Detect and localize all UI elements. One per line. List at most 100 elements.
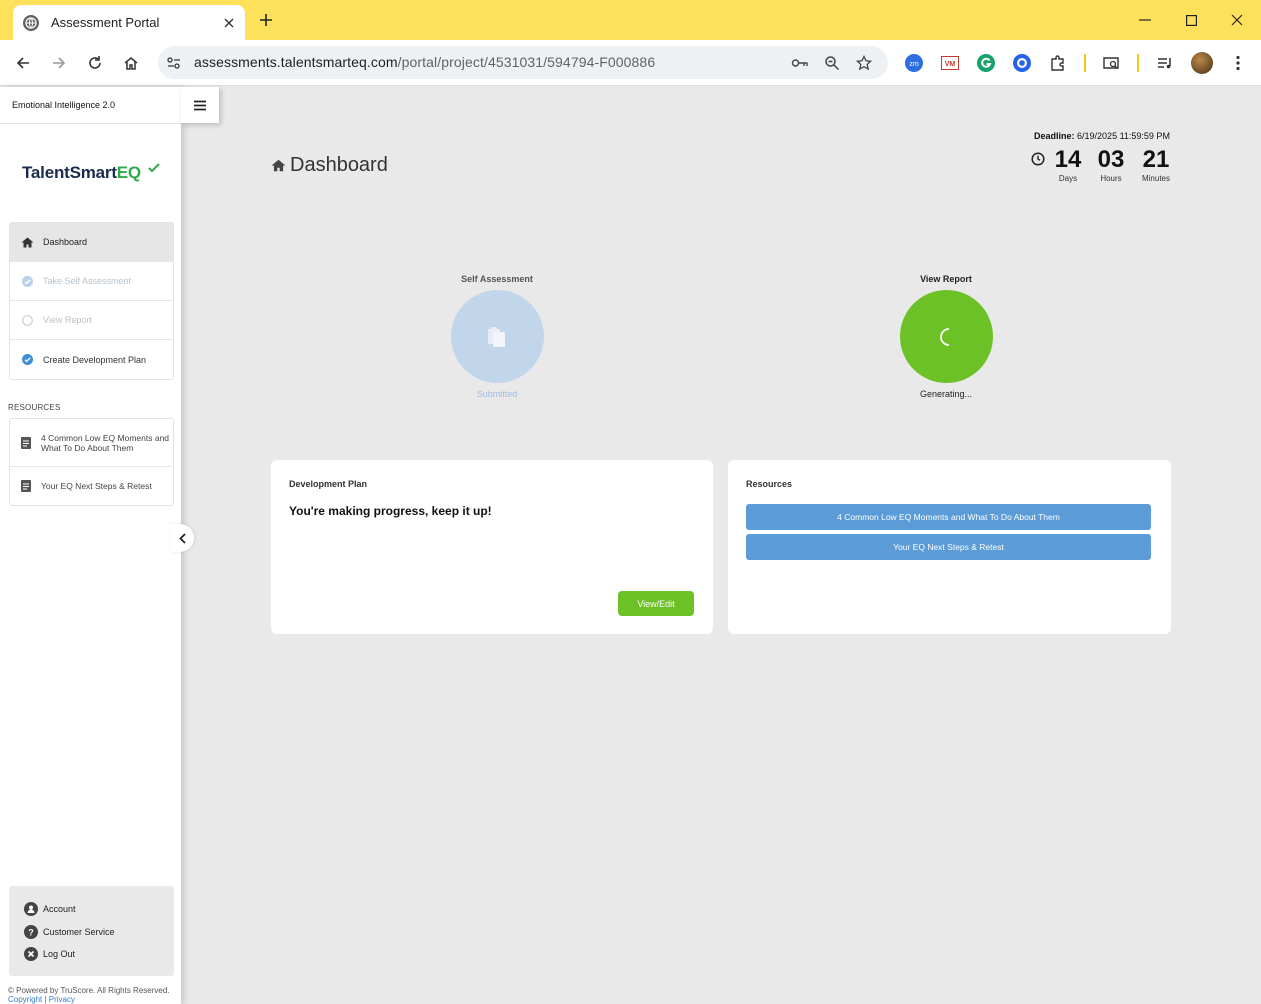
home-icon (21, 236, 34, 249)
bookmark-star-icon[interactable] (854, 53, 874, 73)
globe-icon (23, 14, 39, 31)
step-view-report[interactable]: View Report Generating... (896, 274, 996, 399)
panel-title: Resources (746, 479, 793, 489)
collapse-sidebar-button[interactable] (170, 524, 194, 552)
more-menu-icon[interactable] (1227, 52, 1249, 74)
customer-service-label: Customer Service (43, 926, 115, 937)
svg-text:VM: VM (945, 61, 956, 68)
countdown-hours: 03 Hours (1095, 146, 1127, 184)
sidebar-item-create-development-plan[interactable]: Create Development Plan (10, 340, 173, 379)
deadline: Deadline: 6/19/2025 11:59:59 PM (1034, 131, 1170, 141)
spinner-icon (940, 327, 950, 346)
menu-toggle-button[interactable] (181, 87, 219, 123)
profile-avatar[interactable] (1191, 52, 1213, 74)
page: Emotional Intelligence 2.0 TalentSmartEQ… (0, 87, 1261, 1004)
page-title: Dashboard (271, 154, 388, 177)
customer-service-link[interactable]: ? Customer Service (9, 921, 174, 944)
close-window-icon[interactable] (1225, 8, 1249, 32)
product-title: Emotional Intelligence 2.0 (12, 100, 116, 110)
empty-circle-icon (21, 314, 34, 327)
toolbar-divider (1084, 54, 1086, 72)
logout-label: Log Out (43, 949, 76, 960)
sidebar: Emotional Intelligence 2.0 TalentSmartEQ… (0, 87, 181, 1004)
sidebar-item-label: View Report (43, 315, 92, 325)
grammarly-icon[interactable] (975, 52, 997, 74)
sidebar-resource-item[interactable]: 4 Common Low EQ Moments and What To Do A… (10, 419, 173, 467)
new-tab-icon[interactable] (255, 9, 277, 31)
browser-tab[interactable]: Assessment Portal (13, 5, 245, 40)
sidebar-item-dashboard[interactable]: Dashboard (10, 223, 173, 262)
maximize-icon[interactable] (1179, 8, 1203, 32)
sidebar-divider (0, 123, 181, 124)
resource-button-low-eq-moments[interactable]: 4 Common Low EQ Moments and What To Do A… (746, 504, 1151, 530)
browser-titlebar: Assessment Portal (0, 0, 1261, 40)
sidebar-item-label: Dashboard (43, 237, 88, 247)
document-icon (21, 436, 31, 449)
logout-link[interactable]: Log Out (9, 943, 174, 966)
panel-title: Development Plan (289, 479, 368, 489)
check-circle-icon (21, 275, 34, 288)
account-link[interactable]: Account (9, 898, 174, 921)
toolbar-divider (1137, 54, 1139, 72)
step-circle[interactable] (899, 290, 993, 383)
sidebar-item-view-report[interactable]: View Report (10, 301, 173, 340)
media-queue-icon[interactable] (1154, 52, 1176, 74)
privacy-link[interactable]: Privacy (49, 995, 75, 1004)
password-key-icon[interactable] (790, 53, 810, 73)
help-icon: ? (24, 924, 38, 939)
step-status: Submitted (476, 389, 518, 399)
address-bar[interactable]: assessments.talentsmarteq.com/portal/pro… (158, 46, 888, 79)
forward-icon[interactable] (47, 51, 71, 75)
home-icon (271, 159, 286, 172)
record-extension-icon[interactable] (1011, 52, 1033, 74)
tab-title: Assessment Portal (51, 15, 160, 30)
step-self-assessment[interactable]: Self Assessment Submitted (447, 274, 547, 399)
step-title: View Report (920, 274, 972, 284)
minimize-icon[interactable] (1133, 8, 1157, 32)
tab-search-icon[interactable] (1100, 52, 1122, 74)
talentsmart-logo: TalentSmartEQ (22, 163, 141, 182)
logo-check-icon (148, 163, 160, 173)
account-menu: Account ? Customer Service Log Out (9, 886, 174, 976)
sidebar-item-take-self-assessment[interactable]: Take Self Assessment (10, 262, 173, 301)
sidebar-footer: © Powered by TruScore. All Rights Reserv… (8, 986, 178, 1004)
resource-button-next-steps[interactable]: Your EQ Next Steps & Retest (746, 534, 1151, 560)
copyright-link[interactable]: Copyright (8, 995, 42, 1004)
step-circle[interactable] (450, 290, 544, 383)
clipboard-icon (488, 326, 505, 347)
clock-icon (1031, 152, 1045, 166)
countdown-minutes: 21 Minutes (1139, 146, 1173, 184)
vm-extension-icon[interactable]: VM (939, 52, 961, 74)
resources-panel: Resources 4 Common Low EQ Moments and Wh… (728, 460, 1171, 634)
countdown-label: Hours (1100, 174, 1122, 183)
extensions-puzzle-icon[interactable] (1047, 52, 1069, 74)
countdown-value: 14 (1054, 146, 1082, 173)
zoom-icon[interactable] (822, 53, 842, 73)
url-text: assessments.talentsmarteq.com/portal/pro… (194, 54, 656, 70)
site-info-icon[interactable] (164, 53, 184, 73)
view-edit-button[interactable]: View/Edit (618, 591, 694, 616)
sidebar-resource-item[interactable]: Your EQ Next Steps & Retest (10, 467, 173, 505)
zoom-extension-icon[interactable]: zm (903, 52, 925, 74)
account-label: Account (43, 904, 76, 915)
step-status: Generating... (919, 389, 973, 399)
svg-text:zm: zm (909, 61, 919, 68)
svg-text:?: ? (28, 927, 34, 937)
countdown-value: 21 (1142, 146, 1170, 173)
chevron-left-icon (178, 532, 186, 544)
browser-toolbar: assessments.talentsmarteq.com/portal/pro… (0, 40, 1261, 86)
step-title: Self Assessment (461, 274, 533, 284)
countdown-label: Days (1058, 174, 1078, 183)
footer-text: © Powered by TruScore. All Rights Reserv… (8, 986, 170, 995)
countdown-value: 03 (1097, 146, 1125, 173)
resources-heading: RESOURCES (8, 403, 61, 412)
sidebar-resource-label: 4 Common Low EQ Moments and What To Do A… (41, 432, 170, 453)
back-icon[interactable] (11, 51, 35, 75)
sidebar-nav: Dashboard Take Self Assessment View Repo… (9, 222, 174, 380)
home-icon[interactable] (119, 51, 143, 75)
countdown-label: Minutes (1141, 174, 1170, 183)
close-tab-icon[interactable] (219, 13, 239, 33)
check-circle-icon (21, 353, 34, 366)
reload-icon[interactable] (83, 51, 107, 75)
hamburger-icon (194, 100, 206, 110)
